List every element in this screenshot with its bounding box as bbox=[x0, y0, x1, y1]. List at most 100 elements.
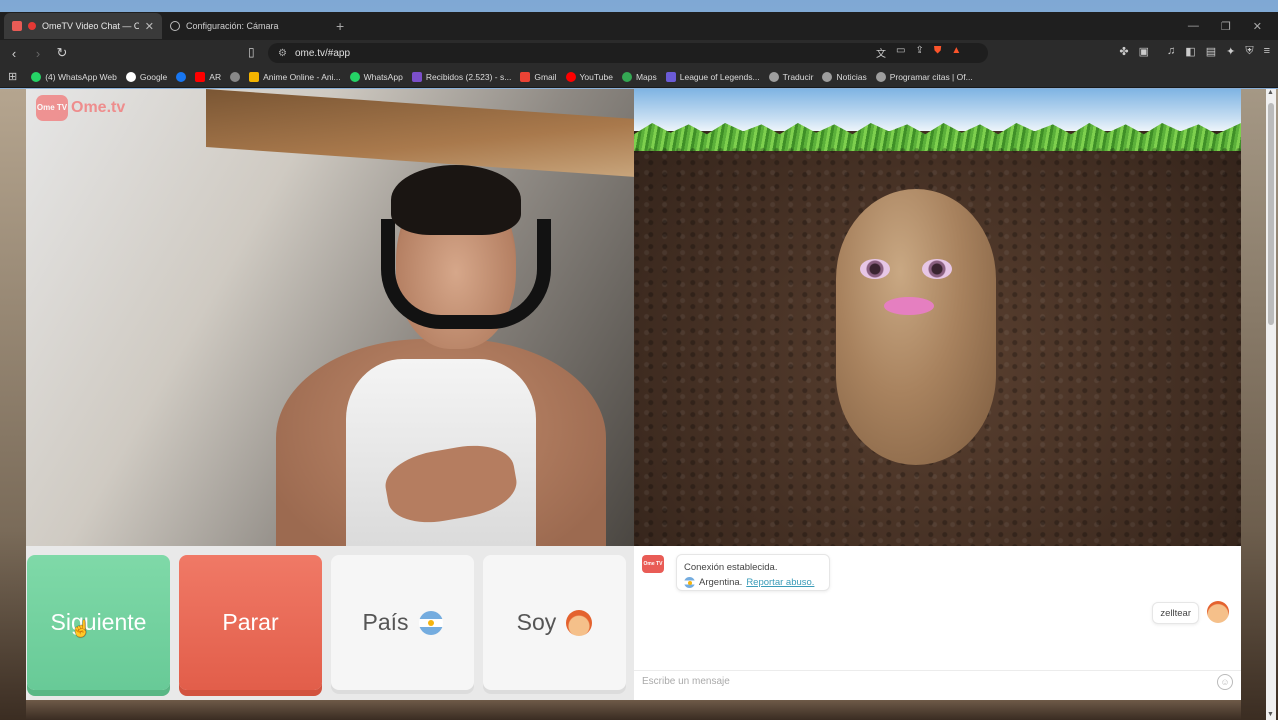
bookmark-item[interactable]: Gmail bbox=[520, 71, 557, 82]
message-input[interactable] bbox=[634, 676, 1194, 687]
bookmark-label: (4) WhatsApp Web bbox=[45, 71, 117, 82]
scrollbar-thumb[interactable] bbox=[1268, 103, 1274, 325]
leo-ai-icon[interactable]: ✦ bbox=[1226, 45, 1235, 58]
extensions-area: ✤ ▣ ♫ ◧ ▤ ✦ ⛨ ≡ bbox=[1119, 45, 1270, 58]
maximize-icon[interactable]: ❐ bbox=[1221, 20, 1231, 33]
whatsapp-icon bbox=[349, 71, 360, 82]
address-bar-actions: 文 ▭ ⇪ ⛊ ▲ bbox=[876, 45, 961, 60]
scroll-up-icon[interactable]: ▲ bbox=[1267, 89, 1274, 96]
background-bottom bbox=[26, 700, 1241, 720]
bookmark-item[interactable]: League of Legends... bbox=[665, 71, 760, 82]
bookmark-item[interactable]: Google bbox=[125, 71, 167, 82]
tab-search-icon[interactable]: ▣ bbox=[1139, 45, 1149, 58]
whatsapp-icon bbox=[31, 71, 42, 82]
minimize-icon[interactable]: — bbox=[1188, 20, 1199, 33]
boy-avatar-icon bbox=[566, 609, 593, 636]
media-icon[interactable]: ♫ bbox=[1167, 45, 1175, 58]
tab-camera-settings[interactable]: Configuración: Cámara bbox=[162, 13, 322, 39]
bookmark-item[interactable] bbox=[176, 71, 187, 82]
ometv-logo-badge: Ome TV bbox=[36, 95, 68, 121]
bookmark-item[interactable]: YouTube bbox=[565, 71, 613, 82]
bookmark-label: Anime Online - Ani... bbox=[263, 71, 341, 82]
bookmark-item[interactable]: (4) WhatsApp Web bbox=[31, 71, 117, 82]
bookmark-item[interactable]: WhatsApp bbox=[349, 71, 403, 82]
country-button-label: País bbox=[362, 609, 409, 635]
close-tab-icon[interactable]: ✕ bbox=[145, 20, 154, 33]
own-avatar-icon bbox=[1207, 601, 1229, 623]
bookmark-label: Noticias bbox=[836, 71, 867, 82]
bookmark-label: WhatsApp bbox=[363, 71, 403, 82]
emoji-icon[interactable]: ☺ bbox=[1217, 674, 1233, 690]
anime-icon bbox=[249, 71, 260, 82]
brave-shield-icon[interactable]: ⛊ bbox=[934, 45, 942, 60]
yahoo-mail-icon bbox=[411, 71, 422, 82]
sidebar-icon[interactable]: ◧ bbox=[1185, 45, 1195, 58]
page-scrollbar[interactable]: ▲ ▼ bbox=[1266, 89, 1276, 720]
globe-icon bbox=[768, 71, 779, 82]
message-input-row: ☺ bbox=[634, 670, 1241, 692]
tab-ometv[interactable]: OmeTV Video Chat — Omeg ✕ bbox=[4, 13, 162, 39]
report-abuse-link[interactable]: Reportar abuso. bbox=[746, 575, 814, 590]
new-tab-icon[interactable]: + bbox=[336, 18, 344, 34]
bookmark-label: Traducir bbox=[782, 71, 814, 82]
scroll-down-icon[interactable]: ▼ bbox=[1267, 711, 1274, 718]
forward-icon[interactable]: › bbox=[28, 46, 48, 61]
gender-button[interactable]: Soy bbox=[483, 555, 626, 690]
stop-button[interactable]: Parar bbox=[179, 555, 322, 690]
brave-rewards-icon[interactable]: ▲ bbox=[951, 45, 961, 60]
bookmark-item[interactable]: Anime Online - Ani... bbox=[249, 71, 341, 82]
argentina-flag-icon bbox=[684, 577, 695, 588]
own-message: zelltear bbox=[1152, 602, 1199, 624]
gender-button-label: Soy bbox=[516, 609, 557, 635]
back-icon[interactable]: ‹ bbox=[4, 46, 24, 61]
bookmark-item[interactable]: Noticias bbox=[822, 71, 867, 82]
potato-mouth bbox=[884, 297, 934, 315]
bookmark-item[interactable]: AR bbox=[195, 71, 221, 82]
mouse-cursor-icon: ☝ bbox=[71, 621, 91, 638]
background-left bbox=[0, 89, 26, 720]
system-message: Conexión establecida. Argentina. Reporta… bbox=[676, 554, 830, 591]
argentina-flag-icon bbox=[418, 610, 443, 635]
bookmark-item[interactable]: Recibidos (2.523) - s... bbox=[411, 71, 512, 82]
bookmark-label: Recibidos (2.523) - s... bbox=[425, 71, 512, 82]
reload-icon[interactable]: ↻ bbox=[52, 45, 72, 61]
cast-icon[interactable]: ▭ bbox=[896, 45, 905, 60]
bookmark-item[interactable]: Maps bbox=[621, 71, 657, 82]
bookmark-icon[interactable]: ▯ bbox=[248, 45, 255, 59]
bookmark-label: League of Legends... bbox=[679, 71, 760, 82]
next-button-label: Siguiente bbox=[50, 609, 147, 635]
league-icon bbox=[665, 71, 676, 82]
country-button[interactable]: País bbox=[331, 555, 474, 690]
tab-title: OmeTV Video Chat — Omeg bbox=[42, 21, 139, 31]
bookmark-item[interactable] bbox=[230, 71, 241, 82]
extensions-icon[interactable]: ✤ bbox=[1119, 45, 1128, 58]
next-button[interactable]: Siguiente bbox=[27, 555, 170, 690]
share-icon[interactable]: ⇪ bbox=[915, 45, 923, 60]
bookmark-item[interactable]: Programar citas | Of... bbox=[875, 71, 973, 82]
bookmark-label: Programar citas | Of... bbox=[889, 71, 973, 82]
potato-left-eye bbox=[860, 259, 890, 279]
bookmark-label: Gmail bbox=[534, 71, 557, 82]
bookmark-label: YouTube bbox=[579, 71, 613, 82]
translate-icon[interactable]: 文 bbox=[876, 45, 886, 60]
window-controls: — ❐ ✕ bbox=[1188, 20, 1278, 33]
url-text: ome.tv/#app bbox=[294, 47, 351, 59]
site-settings-icon[interactable]: ⚙ bbox=[278, 48, 287, 59]
bookmark-item[interactable]: Traducir bbox=[768, 71, 814, 82]
stop-button-label: Parar bbox=[222, 609, 279, 635]
gear-icon bbox=[170, 21, 180, 31]
apps-grid-icon[interactable]: ⊞ bbox=[8, 70, 17, 83]
close-window-icon[interactable]: ✕ bbox=[1253, 20, 1262, 33]
globe-icon bbox=[822, 71, 833, 82]
page-viewport: Ome TV Ome.tv Siguiente Parar País Soy ☝… bbox=[0, 89, 1278, 720]
vpn-icon[interactable]: ⛨ bbox=[1245, 45, 1253, 58]
globe-icon bbox=[230, 71, 241, 82]
menu-icon[interactable]: ≡ bbox=[1264, 45, 1270, 58]
navigation-toolbar: ‹ › ↻ ▯ ⚙ ome.tv/#app 文 ▭ ⇪ ⛊ ▲ ✤ ▣ ♫ ◧ … bbox=[0, 40, 1278, 66]
ometv-logo: Ome TV Ome.tv bbox=[36, 95, 125, 121]
ometv-system-icon: Ome TV bbox=[642, 555, 664, 573]
connection-status-text: Conexión establecida. bbox=[684, 562, 778, 573]
wallet-icon[interactable]: ▤ bbox=[1206, 45, 1216, 58]
local-video: Ome TV Ome.tv bbox=[26, 89, 634, 546]
potato-mask bbox=[836, 189, 996, 465]
